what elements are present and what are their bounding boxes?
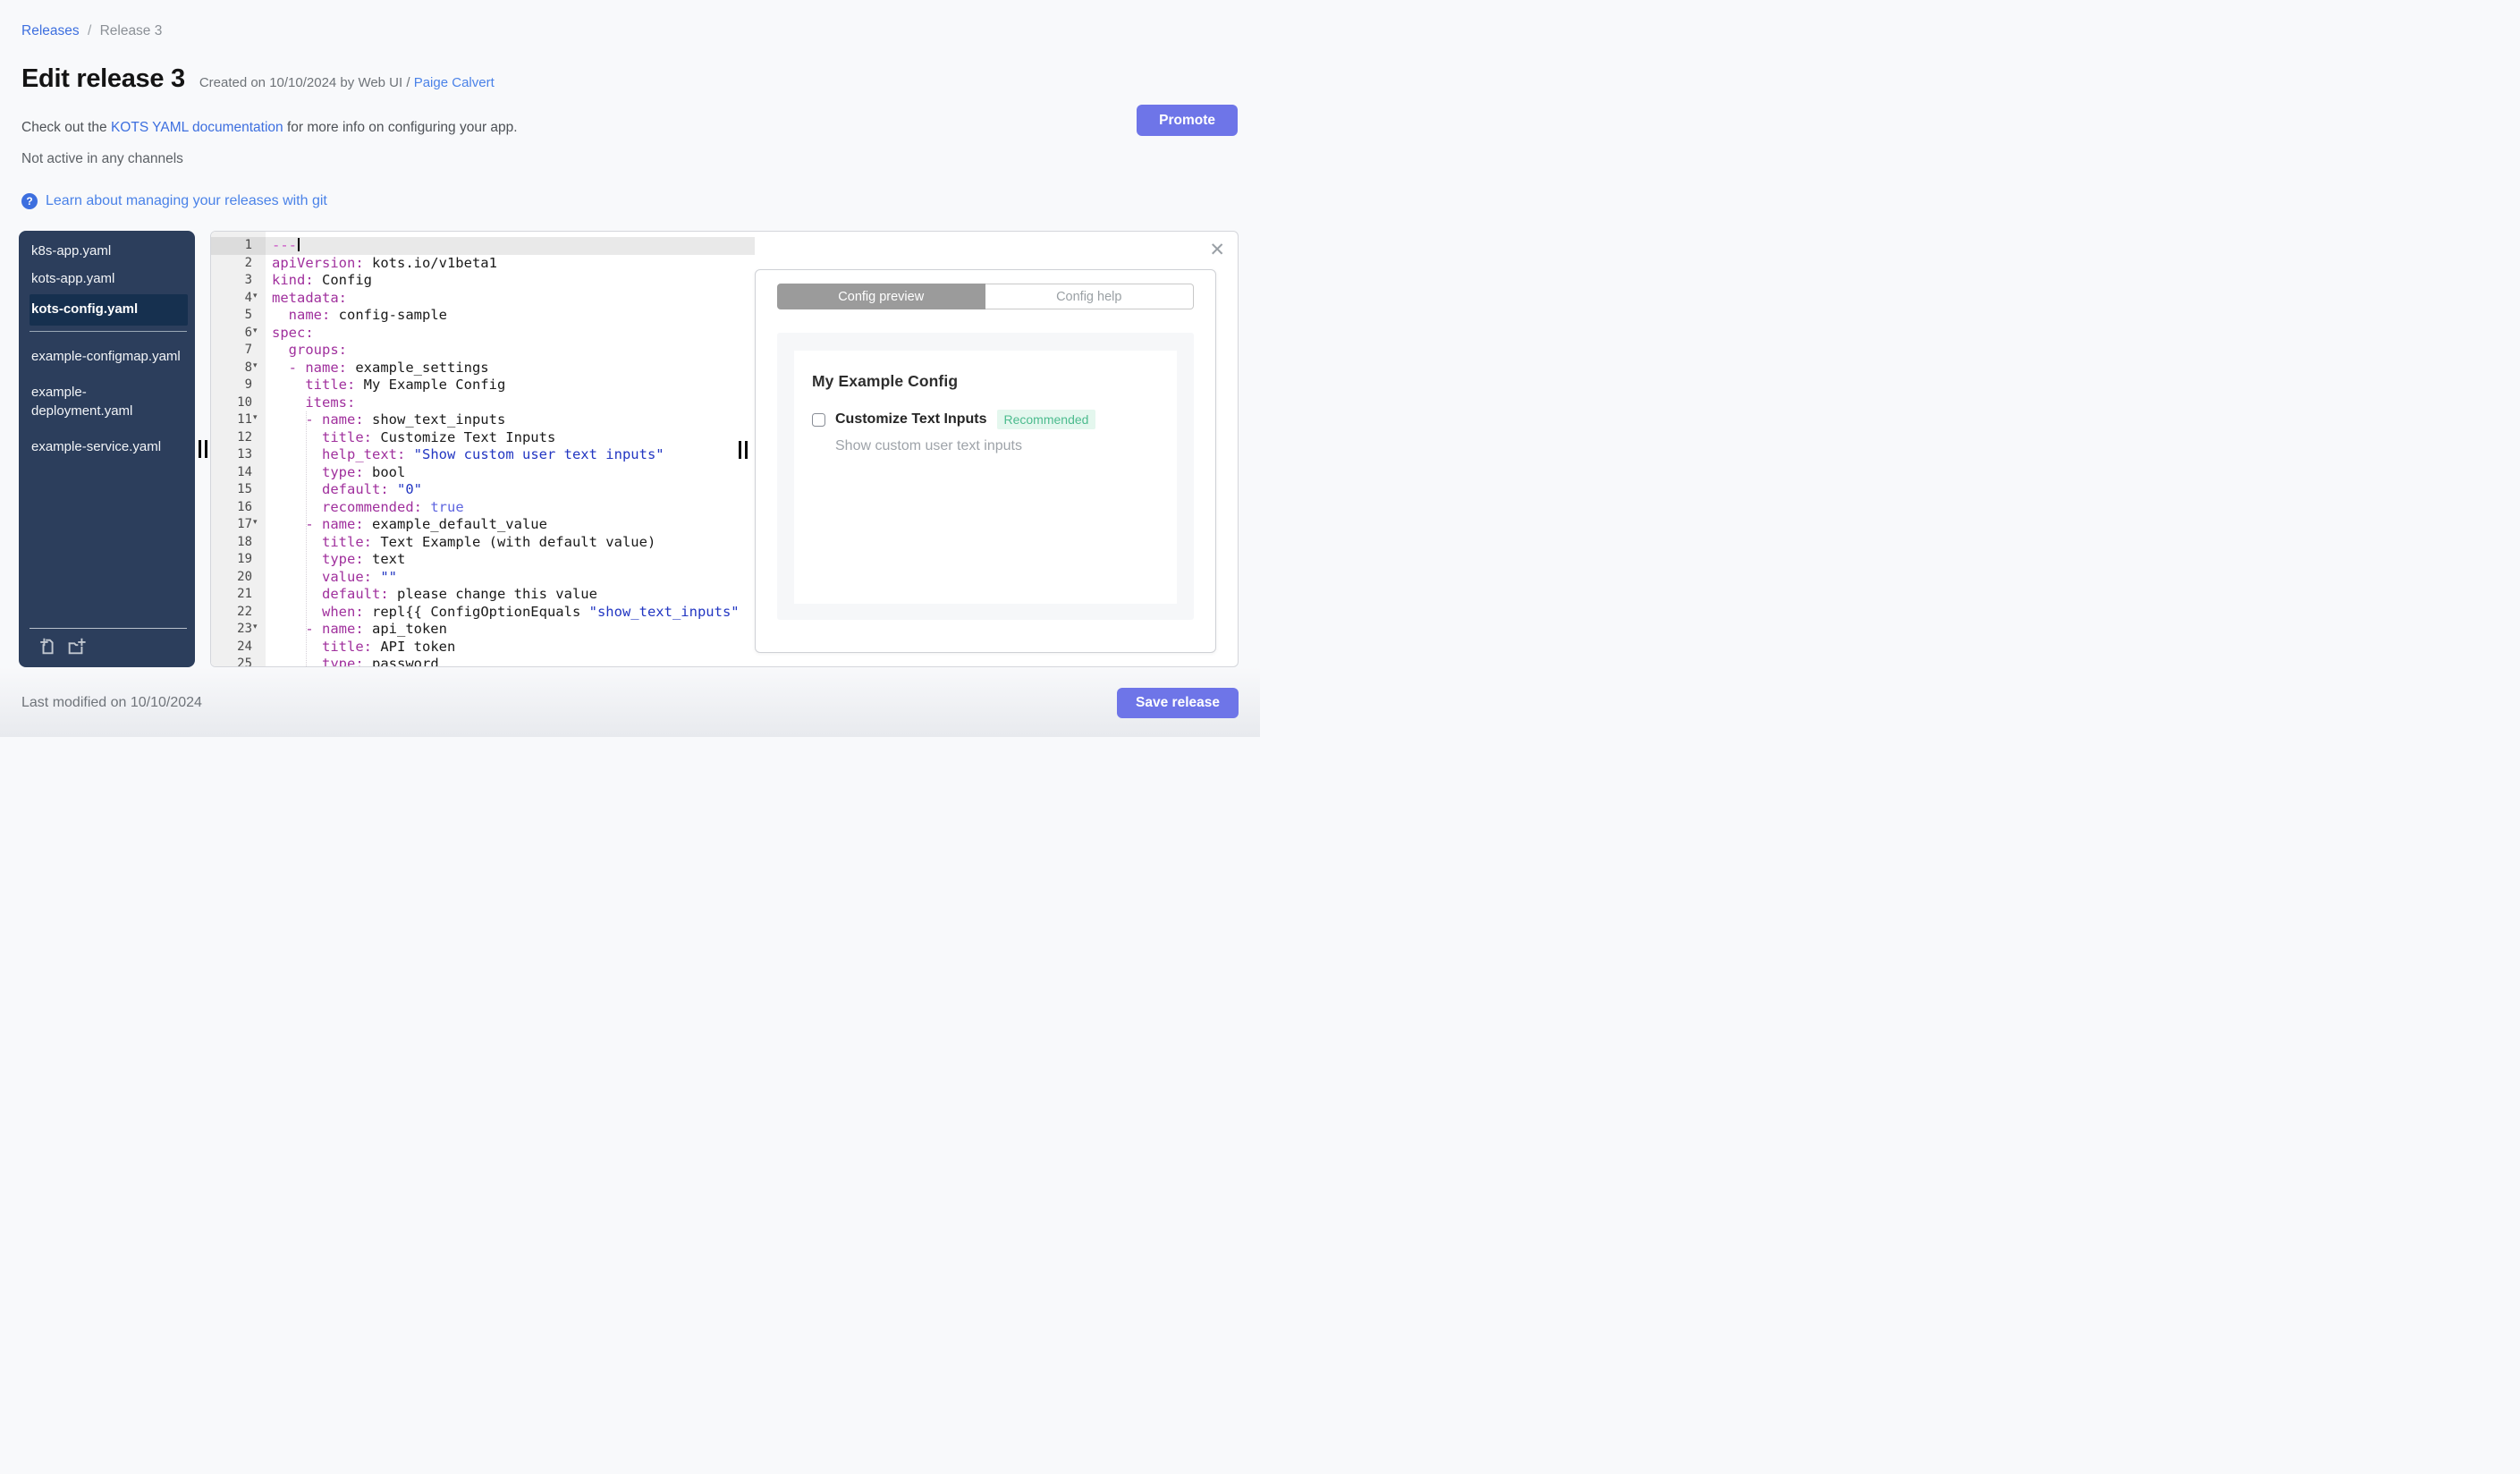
editor-resize-handle[interactable] bbox=[739, 441, 748, 459]
add-file-icon[interactable] bbox=[38, 637, 58, 657]
tab-config-preview[interactable]: Config preview bbox=[777, 284, 985, 309]
code-line-22[interactable]: 22 when: repl{{ ConfigOptionEquals "show… bbox=[211, 604, 755, 622]
file-item-kots-config.yaml[interactable]: kots-config.yaml bbox=[30, 294, 188, 326]
file-sidebar: k8s-app.yaml kots-app.yaml kots-config.yam… bbox=[19, 231, 195, 667]
code-line-23[interactable]: 23 ▾ - name: api_token bbox=[211, 621, 755, 639]
code-line-8[interactable]: 8 ▾ - name: example_settings bbox=[211, 360, 755, 377]
code-line-4[interactable]: 4 ▾ metadata: bbox=[211, 290, 755, 308]
line-number[interactable]: 21 bbox=[211, 586, 266, 604]
code-line-2[interactable]: 2 apiVersion: kots.io/v1beta1 bbox=[211, 255, 755, 273]
code-line-21[interactable]: 21 default: please change this value bbox=[211, 586, 755, 604]
line-number[interactable]: 12 bbox=[211, 429, 266, 447]
file-group-divider bbox=[30, 330, 187, 332]
code-line-6[interactable]: 6 ▾ spec: bbox=[211, 325, 755, 343]
author-link[interactable]: Paige Calvert bbox=[414, 75, 495, 90]
close-icon[interactable]: ✕ bbox=[1209, 241, 1225, 259]
line-number[interactable]: 2 bbox=[211, 255, 266, 273]
git-releases-link[interactable]: Learn about managing your releases with … bbox=[46, 193, 327, 209]
line-number[interactable]: 22 bbox=[211, 604, 266, 622]
fold-caret-icon[interactable]: ▾ bbox=[253, 622, 258, 631]
line-number[interactable]: 1 bbox=[211, 237, 266, 255]
code-line-10[interactable]: 10 items: bbox=[211, 394, 755, 412]
fold-caret-icon[interactable]: ▾ bbox=[253, 360, 258, 370]
line-number[interactable]: 15 bbox=[211, 481, 266, 499]
line-number[interactable]: 3 bbox=[211, 272, 266, 290]
file-item-example-deployment.yaml[interactable]: example-deployment.yaml bbox=[19, 379, 195, 425]
line-number[interactable]: 13 bbox=[211, 446, 266, 464]
fold-caret-icon[interactable]: ▾ bbox=[253, 517, 258, 527]
code-line-25[interactable]: 25 type: password bbox=[211, 656, 755, 666]
line-number[interactable]: 5 bbox=[211, 307, 266, 325]
page-root: Releases / Release 3 Edit release 3 Crea… bbox=[0, 0, 1260, 737]
line-number[interactable]: 25 bbox=[211, 656, 266, 666]
kots-doc-link[interactable]: KOTS YAML documentation bbox=[111, 120, 283, 135]
doc-suffix: for more info on configuring your app. bbox=[283, 120, 518, 135]
line-number[interactable]: 9 bbox=[211, 377, 266, 394]
sidebar-footer bbox=[30, 628, 187, 660]
file-list: k8s-app.yaml kots-app.yaml kots-config.yam… bbox=[19, 231, 195, 462]
recommended-badge: Recommended bbox=[996, 410, 1096, 429]
code-line-17[interactable]: 17 ▾ - name: example_default_value bbox=[211, 516, 755, 534]
file-item-k8s-app.yaml[interactable]: k8s-app.yaml bbox=[19, 238, 195, 266]
tab-config-help[interactable]: Config help bbox=[985, 284, 1194, 309]
line-number[interactable]: 18 bbox=[211, 534, 266, 552]
line-number[interactable]: 7 bbox=[211, 342, 266, 360]
line-number[interactable]: 14 bbox=[211, 464, 266, 482]
doc-info-line: Check out the KOTS YAML documentation fo… bbox=[21, 120, 518, 136]
file-item-kots-app.yaml[interactable]: kots-app.yaml bbox=[19, 266, 195, 293]
line-number[interactable]: 24 bbox=[211, 639, 266, 657]
code-line-19[interactable]: 19 type: text bbox=[211, 551, 755, 569]
config-group-title: My Example Config bbox=[812, 372, 959, 390]
customize-text-inputs-checkbox[interactable] bbox=[812, 412, 825, 427]
channel-status: Not active in any channels bbox=[21, 151, 183, 166]
code-line-24[interactable]: 24 title: API token bbox=[211, 639, 755, 657]
config-item-help: Show custom user text inputs bbox=[835, 438, 1022, 453]
yaml-editor[interactable]: 1 --- 2 apiVersion: kots.io/v1beta1 3 kind: C… bbox=[211, 232, 755, 666]
fold-caret-icon[interactable]: ▾ bbox=[253, 326, 258, 335]
editor-container: 1 --- 2 apiVersion: kots.io/v1beta1 3 kind: C… bbox=[210, 231, 1239, 667]
doc-prefix: Check out the bbox=[21, 120, 111, 135]
config-item-label: Customize Text Inputs bbox=[835, 411, 987, 427]
line-number[interactable]: 20 bbox=[211, 569, 266, 587]
file-item-example-configmap.yaml[interactable]: example-configmap.yaml bbox=[19, 343, 195, 371]
config-panel: Config preview Config help My Example Co… bbox=[755, 269, 1216, 653]
save-release-button[interactable]: Save release bbox=[1117, 688, 1239, 718]
code-line-18[interactable]: 18 title: Text Example (with default val… bbox=[211, 534, 755, 552]
breadcrumb-current: Release 3 bbox=[99, 23, 163, 38]
sidebar-resize-handle[interactable] bbox=[199, 440, 207, 458]
code-line-11[interactable]: 11 ▾ - name: show_text_inputs bbox=[211, 411, 755, 429]
breadcrumb: Releases / Release 3 bbox=[21, 23, 162, 39]
breadcrumb-releases-link[interactable]: Releases bbox=[21, 23, 80, 38]
code-line-20[interactable]: 20 value: "" bbox=[211, 569, 755, 587]
line-number[interactable]: 10 bbox=[211, 394, 266, 412]
breadcrumb-separator: / bbox=[87, 23, 92, 38]
config-preview-area: My Example Config Customize Text Inputs … bbox=[777, 333, 1194, 620]
add-folder-icon[interactable] bbox=[66, 637, 86, 657]
page-title: Edit release 3 bbox=[21, 64, 185, 93]
code-line-7[interactable]: 7 groups: bbox=[211, 342, 755, 360]
code-line-15[interactable]: 15 default: "0" bbox=[211, 481, 755, 499]
code-line-9[interactable]: 9 title: My Example Config bbox=[211, 377, 755, 394]
text-cursor bbox=[298, 238, 300, 251]
code-line-1[interactable]: 1 --- bbox=[211, 237, 755, 255]
last-modified: Last modified on 10/10/2024 bbox=[21, 695, 202, 710]
code-line-12[interactable]: 12 title: Customize Text Inputs bbox=[211, 429, 755, 447]
config-tabs: Config preview Config help bbox=[777, 284, 1194, 309]
line-number[interactable]: 16 bbox=[211, 499, 266, 517]
code-line-14[interactable]: 14 type: bool bbox=[211, 464, 755, 482]
line-number[interactable]: 19 bbox=[211, 551, 266, 569]
created-prefix: Created on 10/10/2024 by Web UI / bbox=[199, 75, 414, 90]
code-line-5[interactable]: 5 name: config-sample bbox=[211, 307, 755, 325]
code-line-3[interactable]: 3 kind: Config bbox=[211, 272, 755, 290]
file-item-example-service.yaml[interactable]: example-service.yaml bbox=[19, 434, 195, 462]
help-question-icon: ? bbox=[21, 193, 38, 209]
created-text: Created on 10/10/2024 by Web UI / Paige … bbox=[199, 75, 495, 90]
code-line-16[interactable]: 16 recommended: true bbox=[211, 499, 755, 517]
promote-button[interactable]: Promote bbox=[1137, 105, 1238, 136]
fold-caret-icon[interactable]: ▾ bbox=[253, 412, 258, 422]
fold-caret-icon[interactable]: ▾ bbox=[253, 291, 258, 301]
config-preview-card: My Example Config Customize Text Inputs … bbox=[794, 351, 1177, 604]
code-line-13[interactable]: 13 help_text: "Show custom user text inp… bbox=[211, 446, 755, 464]
footer-bar: Last modified on 10/10/2024 Save release bbox=[0, 667, 1260, 737]
